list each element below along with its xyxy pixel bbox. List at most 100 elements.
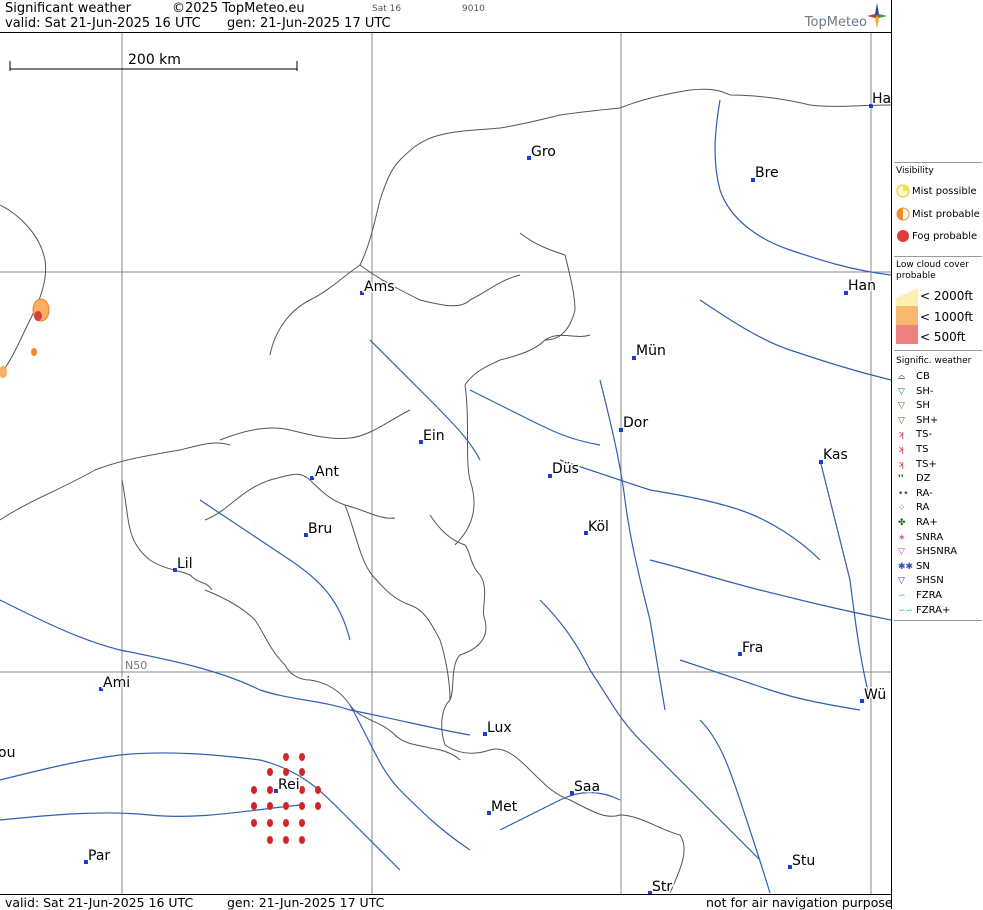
freezing-rain-icon: ∽	[898, 591, 906, 601]
legend-weather-item: ∽∽ FZRA+	[898, 605, 950, 616]
cloud-cover-swatch	[896, 288, 918, 344]
city-label: Fra	[742, 640, 763, 656]
fog-patches	[0, 298, 50, 378]
legend-mist-possible: Mist possible	[896, 184, 977, 198]
legend-label: TS	[916, 444, 929, 455]
map-header: Significant weather ©2025 TopMeteo.eu Sa…	[0, 0, 891, 33]
city-label: Bre	[755, 165, 779, 181]
map-title: Significant weather	[5, 1, 132, 16]
legend-label: FZRA+	[916, 604, 951, 616]
valid-time: valid: Sat 21-Jun-2025 16 UTC	[5, 16, 201, 31]
city-label: Köl	[588, 519, 609, 535]
legend-label: SHSN	[916, 575, 944, 587]
legend-weather-item: ▽ SHSNRA	[898, 546, 957, 557]
city-label: ou	[0, 745, 15, 761]
city-label: Dor	[623, 415, 648, 431]
legend-label: DZ	[916, 473, 931, 485]
rain-light-icon: ••	[898, 488, 909, 499]
thunderstorm-heavy-icon: ʞ	[898, 459, 905, 470]
snow-rain-shower-icon: ▽	[898, 547, 905, 558]
footer-valid-time: valid: Sat 21-Jun-2025 16 UTC	[5, 895, 194, 910]
legend-weather-item: ∗ SNRA	[898, 532, 943, 543]
shower-light-icon: ▽	[898, 386, 905, 397]
legend-label: CB	[916, 371, 930, 382]
footer-generated-time: gen: 21-Jun-2025 17 UTC	[227, 895, 385, 910]
legend-cloud-1000: < 1000ft	[920, 310, 974, 324]
thunderstorm-icon: ʞ	[898, 445, 905, 455]
city-label: Ha	[872, 91, 891, 107]
city-label: Stu	[792, 853, 815, 869]
legend-label: Mist possible	[912, 186, 977, 197]
snow-icon: ✱✱	[898, 561, 914, 572]
city-label: Saa	[574, 779, 600, 795]
shower-icon: ▽	[898, 401, 905, 412]
rain-area	[251, 753, 321, 844]
city-label: Ami	[103, 675, 130, 691]
legend-weather-item: ⁘ RA	[898, 502, 929, 513]
visibility-title: Visibility	[896, 166, 934, 176]
city-label: Mün	[636, 343, 666, 359]
city-label: Ein	[423, 428, 445, 444]
city-label: Rei	[278, 777, 300, 793]
rain-icon: ⁘	[898, 503, 906, 514]
generated-time: gen: 21-Jun-2025 17 UTC	[227, 16, 391, 31]
legend-weather-item: ❜❜ DZ	[898, 473, 931, 484]
legend-label: Mist probable	[912, 209, 980, 220]
legend-weather-item: ʞ TS	[898, 444, 928, 455]
legend-weather-item: ∽ FZRA	[898, 590, 942, 601]
legend-weather-item: ʞ TS-	[898, 429, 932, 440]
legend-weather-item: ▽ SH+	[898, 415, 938, 426]
day-code: Sat 16	[372, 4, 402, 14]
legend-weather-item: ✱✱ SN	[898, 561, 930, 572]
legend-divider	[894, 162, 982, 163]
city-label: Lux	[487, 720, 512, 736]
legend-cloud-2000: < 2000ft	[920, 289, 974, 303]
city-label: Ams	[364, 279, 395, 295]
city-label: Ant	[315, 464, 339, 480]
legend-divider	[894, 620, 982, 621]
legend-label: FZRA	[916, 590, 942, 601]
drizzle-icon: ❜❜	[898, 474, 904, 485]
scale-label: 200 km	[128, 52, 181, 68]
map-footer: valid: Sat 21-Jun-2025 16 UTC gen: 21-Ju…	[0, 894, 899, 910]
legend-weather-item: ✤ RA+	[898, 517, 938, 528]
legend-weather-item: •• RA-	[898, 488, 933, 499]
legend-label: SN	[916, 560, 930, 572]
legend-mist-probable: Mist probable	[896, 207, 980, 221]
city-label: Wü	[864, 687, 886, 703]
legend-label: RA+	[916, 517, 938, 528]
legend-weather-item: ʞ TS+	[898, 459, 937, 470]
copyright: ©2025 TopMeteo.eu	[172, 1, 305, 16]
legend-panel: Visibility Mist possible Mist probable F…	[891, 0, 983, 909]
city-label: Str	[652, 879, 672, 894]
legend-label: SH-	[916, 385, 934, 397]
snow-shower-icon: ▽	[898, 576, 905, 587]
legend-cloud-500: < 500ft	[920, 330, 966, 344]
legend-fog-probable: Fog probable	[896, 229, 977, 243]
borders	[0, 88, 891, 894]
city-labels: Ha Gro Bre Ams Han Mün Dor Ein Kas Ant Düs Köl Bru Li…	[0, 90, 891, 895]
city-markers	[84, 104, 873, 894]
cb-icon: ⌓	[898, 372, 906, 382]
weather-map: Ha Gro Bre Ams Han Mün Dor Ein Kas Ant Düs Köl Bru Li…	[0, 33, 891, 894]
rivers	[0, 99, 891, 894]
fog-probable-icon	[897, 230, 909, 242]
legend-label: SNRA	[916, 531, 944, 543]
mist-possible-icon	[896, 184, 910, 198]
compass-icon	[867, 3, 887, 29]
legend-label: Fog probable	[912, 231, 978, 242]
legend-label: SH+	[916, 414, 939, 426]
city-label: Düs	[552, 461, 579, 477]
disclaimer: not for air navigation purposes	[706, 895, 900, 910]
thunderstorm-light-icon: ʞ	[898, 430, 905, 441]
freezing-rain-heavy-icon: ∽∽	[898, 605, 914, 616]
graticule	[0, 33, 891, 894]
latitude-label: N50	[125, 659, 147, 672]
legend-weather-item: ▽ SH-	[898, 386, 933, 397]
map-canvas: Ha Gro Bre Ams Han Mün Dor Ein Kas Ant Düs Köl Bru Li…	[0, 33, 891, 894]
legend-label: RA-	[916, 487, 933, 499]
topmeteo-logo: TopMeteo	[804, 15, 867, 30]
city-label: Bru	[308, 521, 332, 537]
legend-label: SHSNRA	[916, 546, 958, 558]
legend-weather-item: ▽ SH	[898, 400, 930, 411]
